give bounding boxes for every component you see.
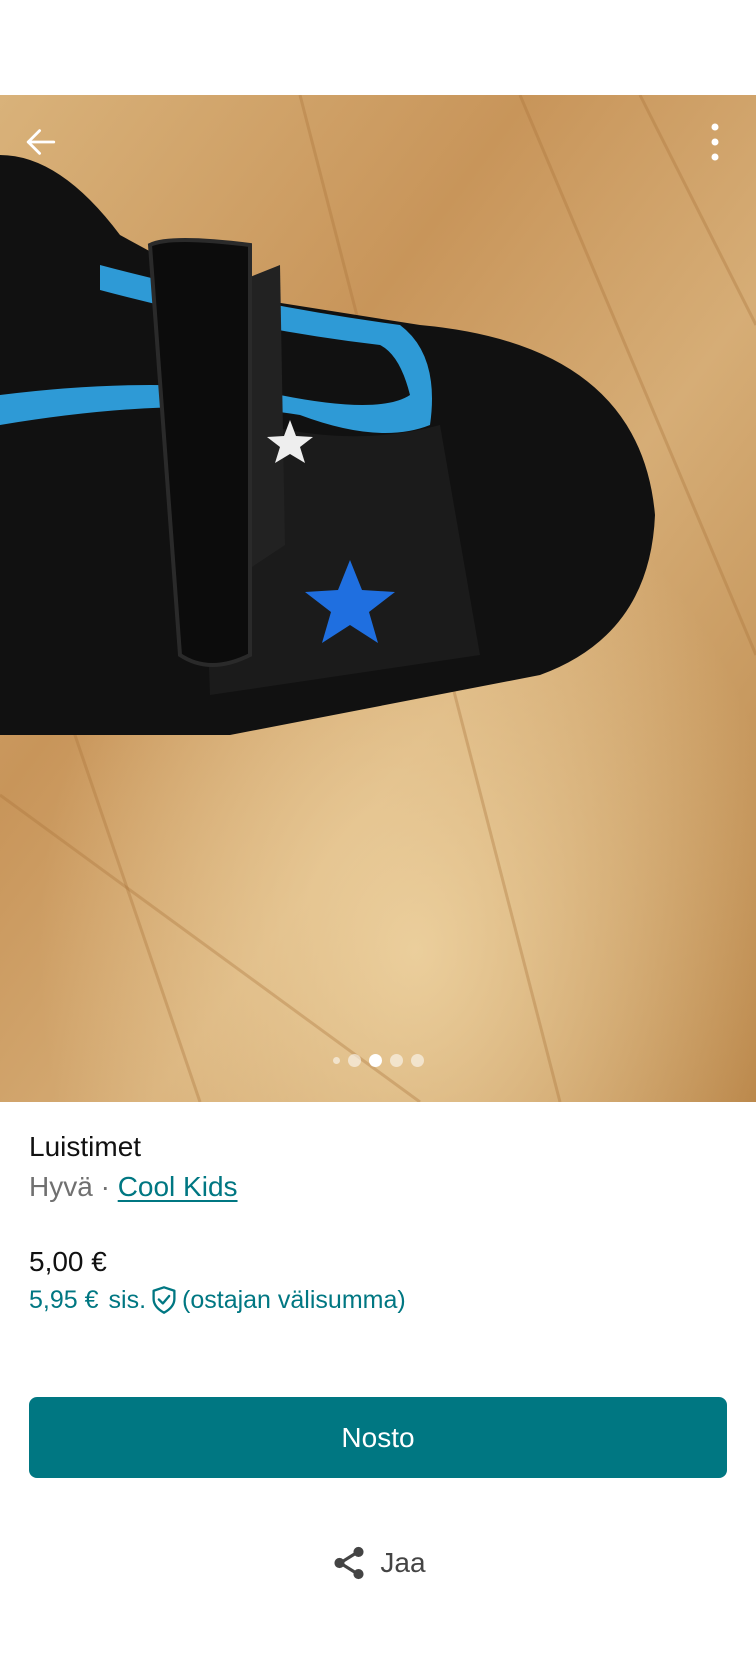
more-options-button[interactable] <box>692 119 738 165</box>
total-amount: 5,95 € <box>29 1286 99 1314</box>
brand-link[interactable]: Cool Kids <box>118 1171 238 1202</box>
status-bar <box>0 0 756 95</box>
more-vertical-icon <box>711 123 719 161</box>
pagination-dot[interactable] <box>389 1053 403 1067</box>
bump-button[interactable]: Nosto <box>29 1397 727 1478</box>
buyer-subtotal-note: (ostajan välisumma) <box>182 1286 406 1314</box>
pagination-dot[interactable] <box>347 1053 361 1067</box>
pagination-dot[interactable] <box>332 1056 340 1064</box>
photo-gallery[interactable] <box>0 95 756 1102</box>
share-button[interactable]: Jaa <box>0 1538 756 1588</box>
shield-check-icon <box>150 1285 178 1315</box>
item-title: Luistimet <box>29 1131 142 1162</box>
gallery-pagination <box>0 1053 756 1067</box>
item-price: 5,00 € <box>29 1246 107 1277</box>
arrow-left-icon <box>26 129 56 155</box>
meta-separator: · <box>92 1171 118 1202</box>
pagination-dot-active[interactable] <box>368 1053 382 1067</box>
incl-label: sis. <box>108 1286 147 1314</box>
product-photo <box>0 95 756 1102</box>
buyer-price-info[interactable]: 5,95 € sis. (ostajan välisumma) <box>29 1284 406 1316</box>
item-details: Luistimet Hyvä · Cool Kids <box>29 1130 729 1204</box>
share-label: Jaa <box>380 1547 426 1578</box>
item-meta: Hyvä · Cool Kids <box>29 1170 729 1204</box>
share-icon <box>334 1546 364 1580</box>
pagination-dot[interactable] <box>410 1053 424 1067</box>
back-button[interactable] <box>18 119 64 165</box>
item-condition: Hyvä <box>29 1171 93 1202</box>
